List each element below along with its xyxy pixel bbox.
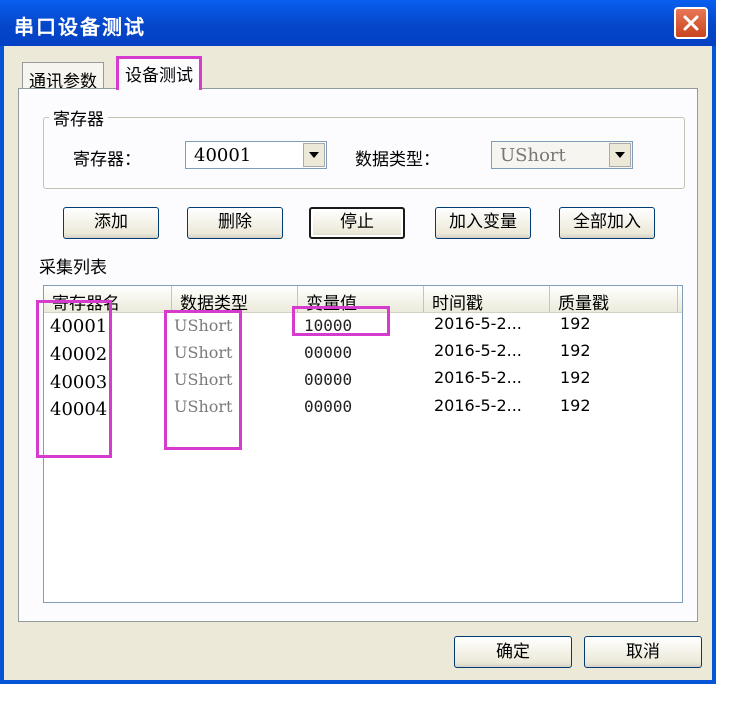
dialog-window: 串口设备测试 通讯参数 寄存器 寄存器： 40001 数据类型： UShort xyxy=(0,0,716,684)
column-header-value[interactable]: 变量值 xyxy=(298,286,424,314)
cell-datatype: UShort xyxy=(174,397,233,416)
dialog-client-area: 通讯参数 寄存器 寄存器： 40001 数据类型： UShort 添加 删除 停… xyxy=(4,46,712,680)
cell-value: 00000 xyxy=(304,343,353,362)
register-dropdown-button[interactable] xyxy=(303,143,325,167)
cell-datatype: UShort xyxy=(174,343,233,362)
cell-timestamp: 2016-5-2... xyxy=(434,368,522,387)
title-bar[interactable]: 串口设备测试 xyxy=(0,0,716,46)
add-all-button[interactable]: 全部加入 xyxy=(559,207,655,239)
tab-comm-params[interactable]: 通讯参数 xyxy=(22,62,104,92)
cell-timestamp: 2016-5-2... xyxy=(434,314,522,333)
datatype-dropdown-button[interactable] xyxy=(609,143,631,167)
window-title: 串口设备测试 xyxy=(14,15,146,39)
column-header-quality[interactable]: 质量戳 xyxy=(550,286,678,314)
tab-device-test[interactable]: 设备测试 xyxy=(116,56,202,90)
cell-timestamp: 2016-5-2... xyxy=(434,396,522,415)
delete-button[interactable]: 删除 xyxy=(187,207,283,239)
tab-panel-device-test: 寄存器 寄存器： 40001 数据类型： UShort 添加 删除 停止 加入变… xyxy=(18,88,698,622)
add-button[interactable]: 添加 xyxy=(63,207,159,239)
datatype-select-value: UShort xyxy=(500,145,566,166)
close-icon xyxy=(683,15,699,31)
column-header-datatype[interactable]: 数据类型 xyxy=(172,286,298,314)
cell-quality: 192 xyxy=(560,314,591,333)
register-group-title: 寄存器 xyxy=(49,105,108,130)
cell-datatype: UShort xyxy=(174,370,233,389)
column-header-timestamp[interactable]: 时间戳 xyxy=(424,286,550,314)
cell-register: 40004 xyxy=(50,399,108,420)
cell-quality: 192 xyxy=(560,341,591,360)
cancel-button[interactable]: 取消 xyxy=(584,636,702,668)
collection-list[interactable]: 寄存器名 数据类型 变量值 时间戳 质量戳 40001 UShort 10000… xyxy=(43,285,683,603)
datatype-select[interactable]: UShort xyxy=(491,141,633,169)
cell-value: 00000 xyxy=(304,370,353,389)
cell-quality: 192 xyxy=(560,368,591,387)
register-label: 寄存器： xyxy=(73,150,141,170)
cell-quality: 192 xyxy=(560,396,591,415)
cell-register: 40001 xyxy=(50,316,108,337)
stop-button[interactable]: 停止 xyxy=(309,207,405,239)
ok-button[interactable]: 确定 xyxy=(454,636,572,668)
cell-timestamp: 2016-5-2... xyxy=(434,341,522,360)
chevron-down-icon xyxy=(615,152,625,158)
datatype-label: 数据类型： xyxy=(355,150,440,170)
cell-datatype: UShort xyxy=(174,316,233,335)
collection-list-label: 采集列表 xyxy=(39,258,107,278)
chevron-down-icon xyxy=(309,152,319,158)
add-variable-button[interactable]: 加入变量 xyxy=(435,207,531,239)
list-header: 寄存器名 数据类型 变量值 时间戳 质量戳 xyxy=(44,286,682,314)
cell-register: 40003 xyxy=(50,372,108,393)
close-button[interactable] xyxy=(674,7,708,39)
register-select[interactable]: 40001 xyxy=(185,141,327,169)
cell-register: 40002 xyxy=(50,344,108,365)
register-select-value: 40001 xyxy=(194,145,252,166)
cell-value: 10000 xyxy=(304,316,353,335)
column-header-register[interactable]: 寄存器名 xyxy=(44,286,172,314)
cell-value: 00000 xyxy=(304,397,353,416)
